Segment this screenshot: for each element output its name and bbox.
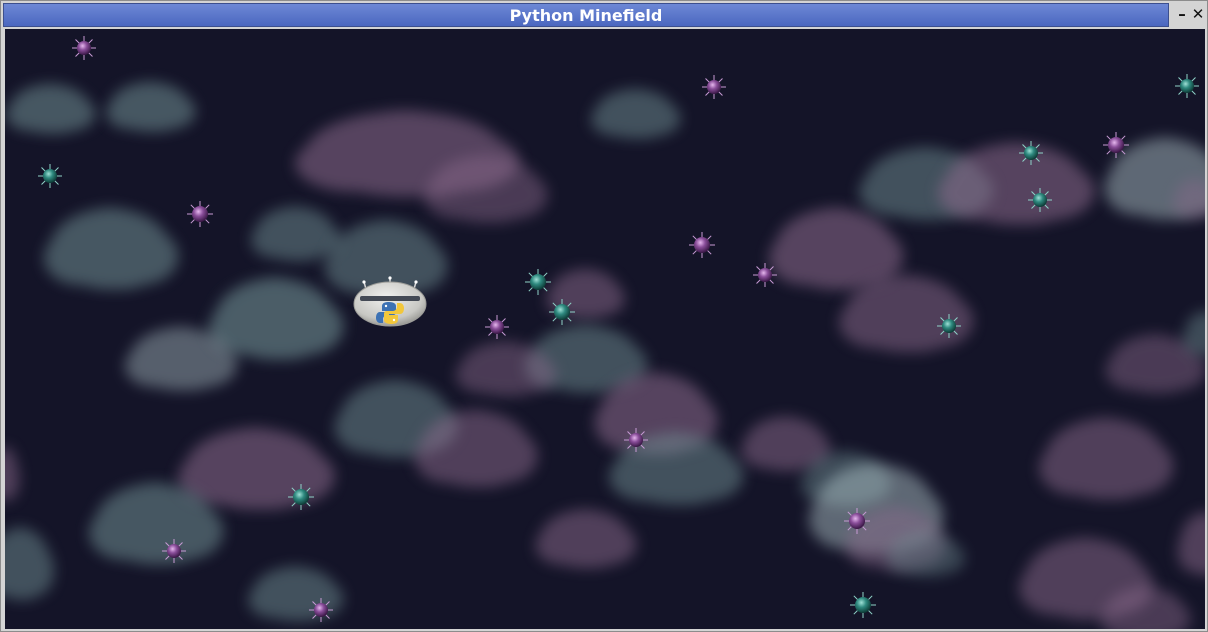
cloud-layer	[5, 81, 1205, 629]
title-bar[interactable]: Python Minefield	[3, 3, 1169, 27]
purple-mine	[702, 75, 726, 99]
purple-mine	[485, 315, 509, 339]
cloud	[248, 566, 344, 621]
cloud	[591, 88, 681, 139]
player-ship	[353, 276, 427, 327]
close-button[interactable]: ✕	[1190, 5, 1206, 23]
game-window: Python Minefield – ✕	[0, 0, 1208, 632]
teal-mine	[549, 299, 575, 325]
minimize-button[interactable]: –	[1174, 5, 1190, 23]
purple-mine	[1103, 132, 1129, 158]
cloud	[6, 83, 96, 134]
cloud	[1177, 511, 1205, 576]
teal-mine	[937, 314, 961, 338]
cloud	[769, 207, 904, 290]
cloud	[106, 81, 196, 132]
cloud	[5, 527, 55, 600]
cloud	[5, 446, 20, 501]
minefield-scene	[5, 36, 1205, 629]
cloud	[1039, 417, 1174, 500]
purple-mine	[844, 508, 870, 534]
purple-mine	[187, 201, 213, 227]
cloud	[251, 206, 341, 261]
purple-mine	[624, 428, 648, 452]
window-title: Python Minefield	[509, 6, 663, 25]
teal-mine	[850, 592, 876, 618]
cloud	[938, 142, 1095, 225]
purple-mine	[753, 263, 777, 287]
purple-mine	[689, 232, 715, 258]
teal-mine	[288, 484, 314, 510]
purple-mine	[309, 598, 333, 622]
teal-mine	[525, 269, 551, 295]
purple-mine	[72, 36, 96, 60]
cloud	[44, 207, 179, 290]
teal-mine	[38, 164, 62, 188]
game-canvas[interactable]	[5, 29, 1205, 629]
teal-mine	[1019, 141, 1043, 165]
cloud	[209, 277, 344, 360]
teal-mine	[1175, 74, 1199, 98]
purple-mine	[162, 539, 186, 563]
cloud	[535, 509, 637, 569]
teal-mine	[1028, 188, 1052, 212]
